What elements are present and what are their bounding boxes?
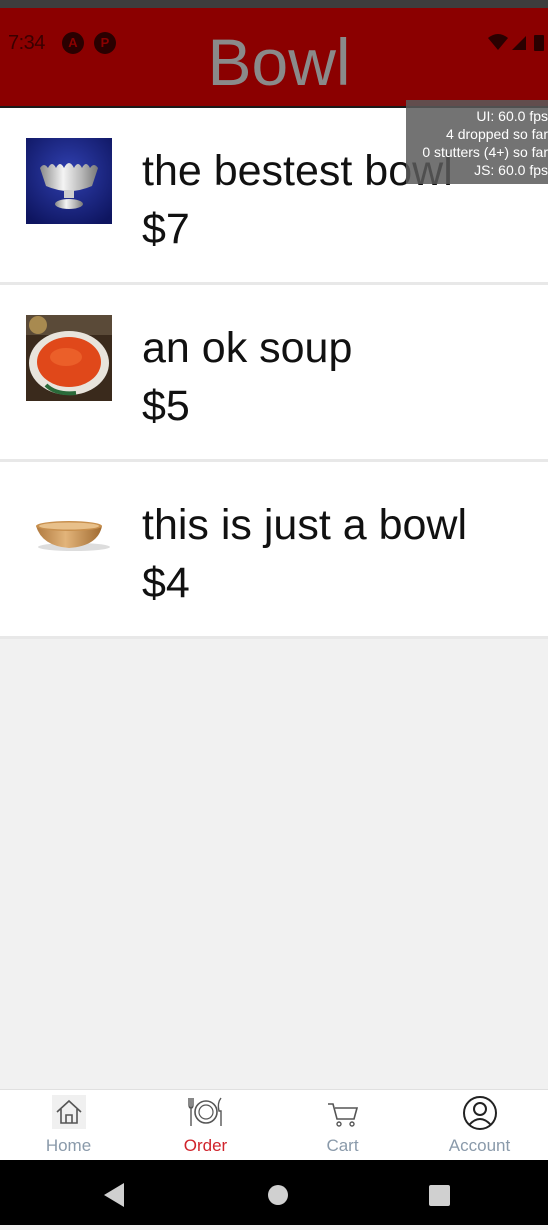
account-icon <box>462 1096 497 1130</box>
tab-label: Order <box>183 1136 228 1155</box>
back-button[interactable] <box>104 1183 124 1207</box>
product-name: this is just a bowl <box>142 501 468 549</box>
wooden-bowl-image <box>26 492 112 578</box>
tab-label: Cart <box>326 1136 359 1155</box>
silver-bowl-image <box>26 138 112 224</box>
tab-cart[interactable]: Cart <box>274 1090 411 1161</box>
product-name: an ok soup <box>142 324 353 372</box>
bottom-tab-bar: Home Order Cart Account <box>0 1089 548 1161</box>
soup-image <box>26 315 112 401</box>
tab-order[interactable]: Order <box>137 1090 274 1161</box>
page-title: Bowl <box>207 25 351 99</box>
recents-button[interactable] <box>429 1185 450 1206</box>
perf-stutters: 0 stutters (4+) so far <box>422 144 548 160</box>
app-header: 7:34 A P Bowl <box>0 8 548 108</box>
product-price: $7 <box>142 205 190 253</box>
tab-label: Home <box>45 1136 92 1155</box>
perf-monitor-overlay: UI: 60.0 fps 4 dropped so far 0 stutters… <box>406 100 548 184</box>
product-item-ok-soup[interactable]: an ok soup $5 <box>0 285 548 462</box>
product-price: $5 <box>142 382 190 430</box>
plate-cutlery-icon <box>187 1097 222 1126</box>
system-nav-bar <box>0 1160 548 1225</box>
product-price: $4 <box>142 559 190 607</box>
home-button[interactable] <box>268 1185 288 1205</box>
tab-label: Account <box>448 1136 511 1155</box>
home-icon <box>51 1095 86 1129</box>
perf-dropped: 4 dropped so far <box>446 126 548 142</box>
top-strip <box>0 0 548 8</box>
cart-icon <box>327 1103 358 1127</box>
tab-account[interactable]: Account <box>411 1090 548 1161</box>
product-item-just-a-bowl[interactable]: this is just a bowl $4 <box>0 462 548 639</box>
product-list: the bestest bowl $7 an ok soup $5 this i… <box>0 108 548 639</box>
perf-js-fps: JS: 60.0 fps <box>474 162 548 178</box>
tab-home[interactable]: Home <box>0 1090 137 1161</box>
perf-ui-fps: UI: 60.0 fps <box>476 108 548 124</box>
